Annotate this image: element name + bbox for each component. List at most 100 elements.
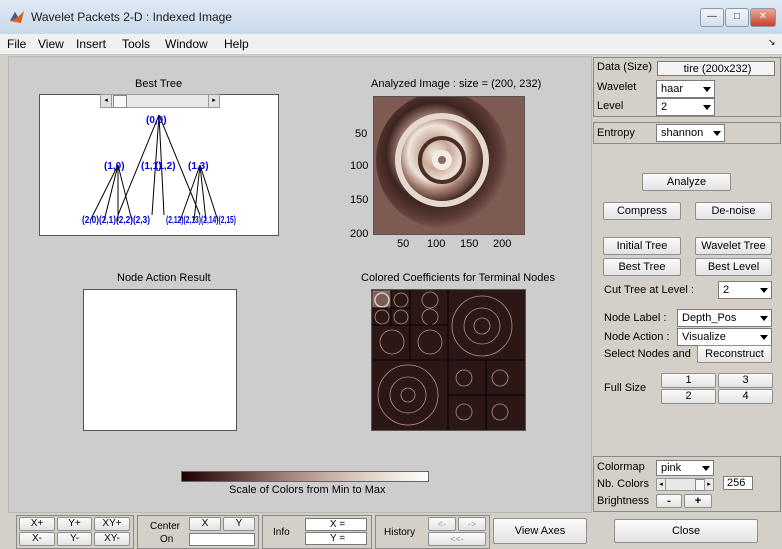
analyzed-xtick: 100 — [427, 238, 446, 250]
info-y-field: Y = — [305, 532, 367, 545]
center-y-button[interactable]: Y — [223, 517, 255, 531]
node-label-label: Node Label : — [604, 312, 667, 324]
slider-right-arrow-icon[interactable]: ▸ — [704, 479, 713, 490]
colormap-select[interactable]: pink — [656, 460, 714, 476]
denoise-button[interactable]: De-noise — [695, 202, 772, 220]
matlab-logo-icon — [10, 11, 24, 23]
best-tree-button[interactable]: Best Tree — [603, 258, 681, 276]
tree-node-1-0[interactable]: (1,0) — [104, 161, 125, 172]
analyzed-xtick: 150 — [460, 238, 479, 250]
zoom-xy-minus-button[interactable]: XY- — [94, 532, 130, 546]
node-label-select[interactable]: Depth_Pos — [677, 309, 772, 327]
close-button[interactable]: Close — [614, 519, 758, 543]
nb-colors-slider[interactable]: ◂ ▸ — [656, 478, 714, 491]
tree-nodes-level2-left[interactable]: (2,0)(2,1)(2,2)(2,3) — [82, 215, 150, 226]
window-title: Wavelet Packets 2-D : Indexed Image — [31, 10, 232, 24]
history-back-button[interactable]: <- — [428, 517, 456, 531]
center-on-label: On — [160, 534, 174, 545]
minimize-button[interactable]: — — [700, 8, 724, 27]
menu-view[interactable]: View — [38, 37, 64, 51]
brightness-label: Brightness — [597, 495, 649, 507]
analyzed-ytick: 200 — [350, 228, 369, 240]
center-x-button[interactable]: X — [189, 517, 221, 531]
node-action-label: Node Action : — [604, 331, 670, 343]
cut-tree-select[interactable]: 2 — [718, 281, 772, 299]
select-nodes-label: Select Nodes and — [604, 348, 691, 360]
data-panel: Data (Size) tire (200x232) Wavelet haar … — [593, 57, 781, 117]
history-label: History — [384, 527, 416, 538]
zoom-xy-plus-button[interactable]: XY+ — [94, 517, 130, 531]
brightness-minus-button[interactable]: - — [656, 494, 682, 508]
center-panel: Center On X Y — [137, 515, 259, 549]
best-tree-axes[interactable]: ◂ ▸ (0,0) (1,0) (1,1) (1,2) (1,3) (2,0)(… — [39, 94, 279, 236]
close-window-button[interactable]: ✕ — [750, 8, 776, 27]
menu-file[interactable]: File — [7, 37, 26, 51]
menu-tools[interactable]: Tools — [122, 37, 150, 51]
full-size-label: Full Size — [604, 382, 647, 394]
view-axes-button[interactable]: View Axes — [493, 518, 587, 544]
reconstruct-button[interactable]: Reconstruct — [697, 345, 772, 363]
analyzed-ytick: 150 — [350, 194, 369, 206]
level-label: Level — [597, 100, 624, 112]
compress-button[interactable]: Compress — [603, 202, 681, 220]
tree-nodes-level2-right[interactable]: (2,12)(2,13)(2,14)(2,15) — [166, 215, 236, 226]
app-window: Wavelet Packets 2-D : Indexed Image — □ … — [0, 0, 782, 549]
title-bar: Wavelet Packets 2-D : Indexed Image — □ … — [0, 0, 782, 35]
entropy-select[interactable]: shannon — [656, 124, 725, 142]
nb-colors-value[interactable]: 256 — [723, 476, 753, 490]
plot-area: Best Tree ◂ ▸ (0,0) (1,0) (1,1) (1,2) (1… — [8, 56, 592, 513]
brightness-plus-button[interactable]: + — [684, 494, 712, 508]
coefficients-image — [372, 290, 525, 430]
center-label: Center — [150, 521, 181, 532]
full-size-2-button[interactable]: 2 — [661, 389, 716, 404]
tree-node-1-2[interactable]: (1,2) — [155, 161, 176, 172]
full-size-1-button[interactable]: 1 — [661, 373, 716, 388]
node-action-select[interactable]: Visualize — [677, 328, 772, 346]
entropy-label: Entropy — [597, 127, 635, 139]
best-tree-graph: (0,0) (1,0) (1,1) (1,2) (1,3) (2,0)(2,1)… — [82, 114, 236, 226]
best-tree-title: Best Tree — [135, 78, 183, 90]
menu-window[interactable]: Window — [165, 37, 208, 51]
zoom-x-minus-button[interactable]: X- — [19, 532, 55, 546]
history-first-button[interactable]: <<- — [428, 532, 486, 546]
maximize-button[interactable]: □ — [725, 8, 749, 27]
colored-coefficients-title: Colored Coefficients for Terminal Nodes — [361, 272, 556, 284]
analyzed-image-axes[interactable] — [373, 96, 525, 235]
full-size-4-button[interactable]: 4 — [718, 389, 773, 404]
zoom-y-minus-button[interactable]: Y- — [57, 532, 92, 546]
menu-overflow-icon[interactable]: ↘ — [768, 37, 776, 48]
analyzed-xtick: 50 — [397, 238, 410, 250]
info-panel: Info X = Y = — [262, 515, 372, 549]
node-action-axes[interactable] — [83, 289, 237, 431]
full-size-3-button[interactable]: 3 — [718, 373, 773, 388]
level-select[interactable]: 2 — [656, 98, 715, 116]
wavelet-select[interactable]: haar — [656, 80, 715, 98]
analyzed-xtick: 200 — [493, 238, 512, 250]
zoom-panel: X+ Y+ XY+ X- Y- XY- — [16, 515, 134, 549]
colormap-panel: Colormap pink Nb. Colors ◂ ▸ 256 Brightn… — [593, 456, 781, 512]
best-level-button[interactable]: Best Level — [695, 258, 772, 276]
tree-node-root[interactable]: (0,0) — [146, 115, 167, 126]
menu-insert[interactable]: Insert — [76, 37, 106, 51]
wavelet-tree-button[interactable]: Wavelet Tree — [695, 237, 772, 255]
nb-colors-label: Nb. Colors — [597, 478, 649, 490]
analyze-button[interactable]: Analyze — [642, 173, 731, 191]
center-field[interactable] — [189, 533, 255, 546]
initial-tree-button[interactable]: Initial Tree — [603, 237, 681, 255]
info-label: Info — [273, 527, 290, 538]
data-size-value: tire (200x232) — [657, 61, 775, 76]
analyzed-ytick: 100 — [350, 160, 369, 172]
analyzed-ytick: 50 — [355, 128, 368, 140]
menu-help[interactable]: Help — [224, 37, 249, 51]
history-panel: History <- -> <<- — [375, 515, 490, 549]
tree-node-1-3[interactable]: (1,3) — [188, 161, 209, 172]
data-size-label: Data (Size) — [597, 61, 653, 73]
colored-coefficients-axes[interactable] — [371, 289, 526, 431]
zoom-y-plus-button[interactable]: Y+ — [57, 517, 92, 531]
history-forward-button[interactable]: -> — [458, 517, 486, 531]
bottom-bar: X+ Y+ XY+ X- Y- XY- Center On X Y Info X… — [0, 513, 782, 549]
zoom-x-plus-button[interactable]: X+ — [19, 517, 55, 531]
slider-left-arrow-icon[interactable]: ◂ — [657, 479, 666, 490]
analyzed-image-title: Analyzed Image : size = (200, 232) — [371, 78, 542, 90]
colormap-label: Colormap — [597, 461, 645, 473]
